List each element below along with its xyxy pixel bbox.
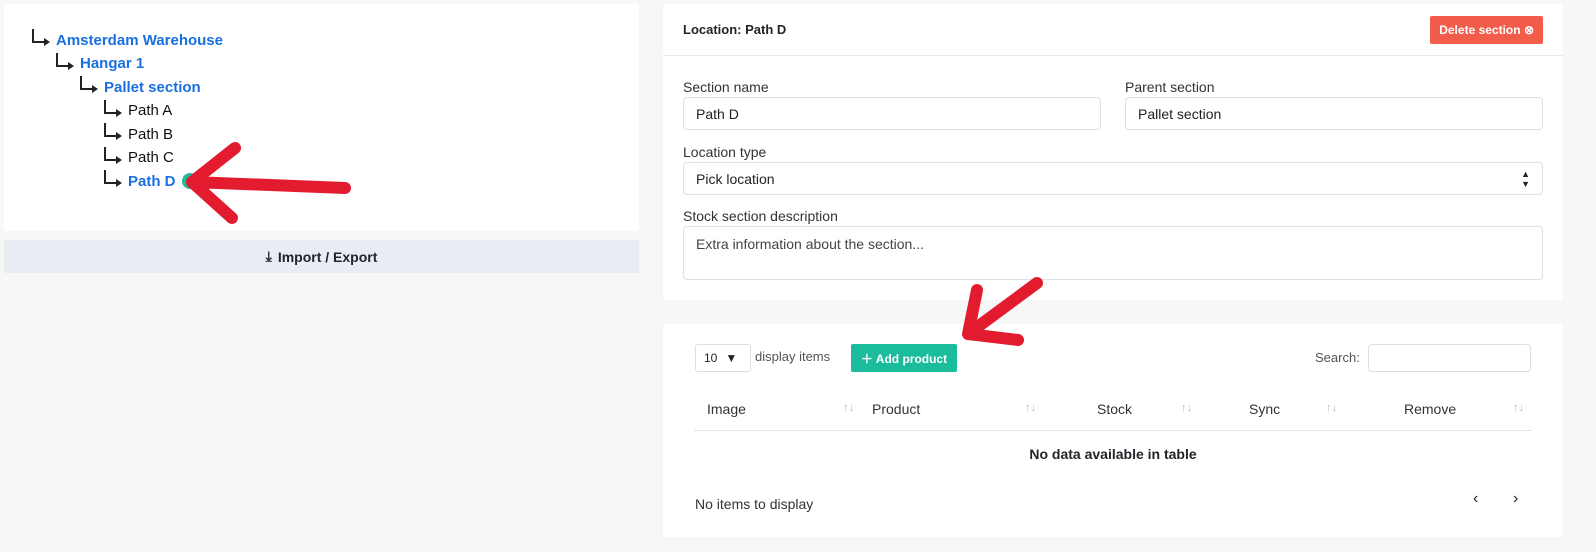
annotation-arrows (186, 142, 1043, 346)
annotation-arrow-add-product (962, 277, 1043, 346)
annotation-arrow-tree (186, 142, 351, 224)
